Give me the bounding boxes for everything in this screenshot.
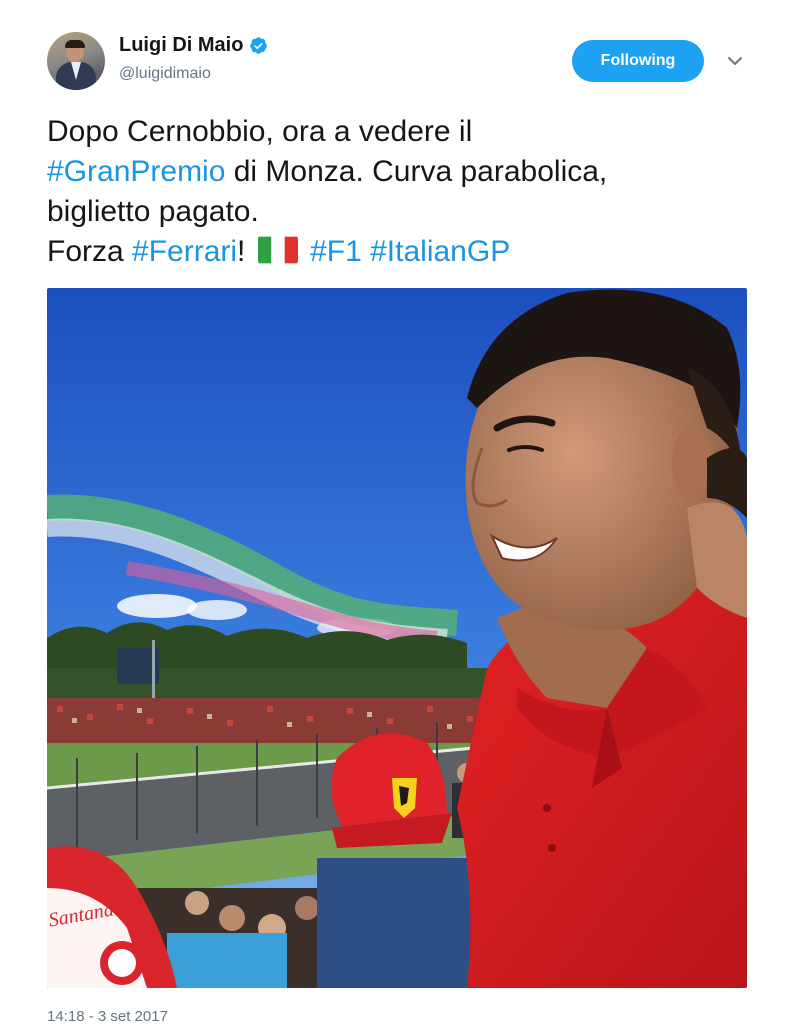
photo-illustration: Santander (47, 288, 747, 988)
tweet-line-4-prefix: Forza (47, 235, 133, 268)
author-display-name[interactable]: Luigi Di Maio (119, 34, 243, 57)
following-button[interactable]: Following (572, 40, 704, 82)
hashtag-ferrari-link[interactable]: #Ferrari (132, 235, 237, 268)
hashtag-granpremio-link[interactable]: #GranPremio (47, 155, 225, 188)
verified-badge-icon (250, 37, 268, 54)
chevron-down-icon[interactable] (726, 52, 744, 70)
author-handle[interactable]: @luigidimaio (119, 65, 211, 83)
tweet-line-4-bang: ! (237, 235, 246, 268)
tweet-line-4: Forza #Ferrari! #F1 #ItalianGP (47, 232, 757, 272)
tweet-photo[interactable]: Santander (47, 288, 747, 988)
avatar[interactable] (47, 32, 105, 90)
tweet-timestamp[interactable]: 14:18 - 3 set 2017 (47, 1008, 168, 1025)
tweet-header: Luigi Di Maio @luigidimaio Following (47, 30, 791, 94)
tweet-line-1: Dopo Cernobbio, ora a vedere il (47, 115, 473, 148)
tweet-text: Dopo Cernobbio, ora a vedere il #GranPre… (47, 112, 757, 272)
tweet-line-2-rest: di Monza. Curva parabolica, (225, 155, 608, 188)
italy-flag-icon (257, 236, 298, 264)
author-name-row: Luigi Di Maio (119, 34, 268, 57)
tweet-line-2: #GranPremio di Monza. Curva parabolica, (47, 152, 757, 192)
hashtag-italiangp-link[interactable]: #ItalianGP (370, 235, 510, 268)
tweet-line-3: biglietto pagato. (47, 195, 259, 228)
hashtag-f1-link[interactable]: #F1 (310, 235, 362, 268)
